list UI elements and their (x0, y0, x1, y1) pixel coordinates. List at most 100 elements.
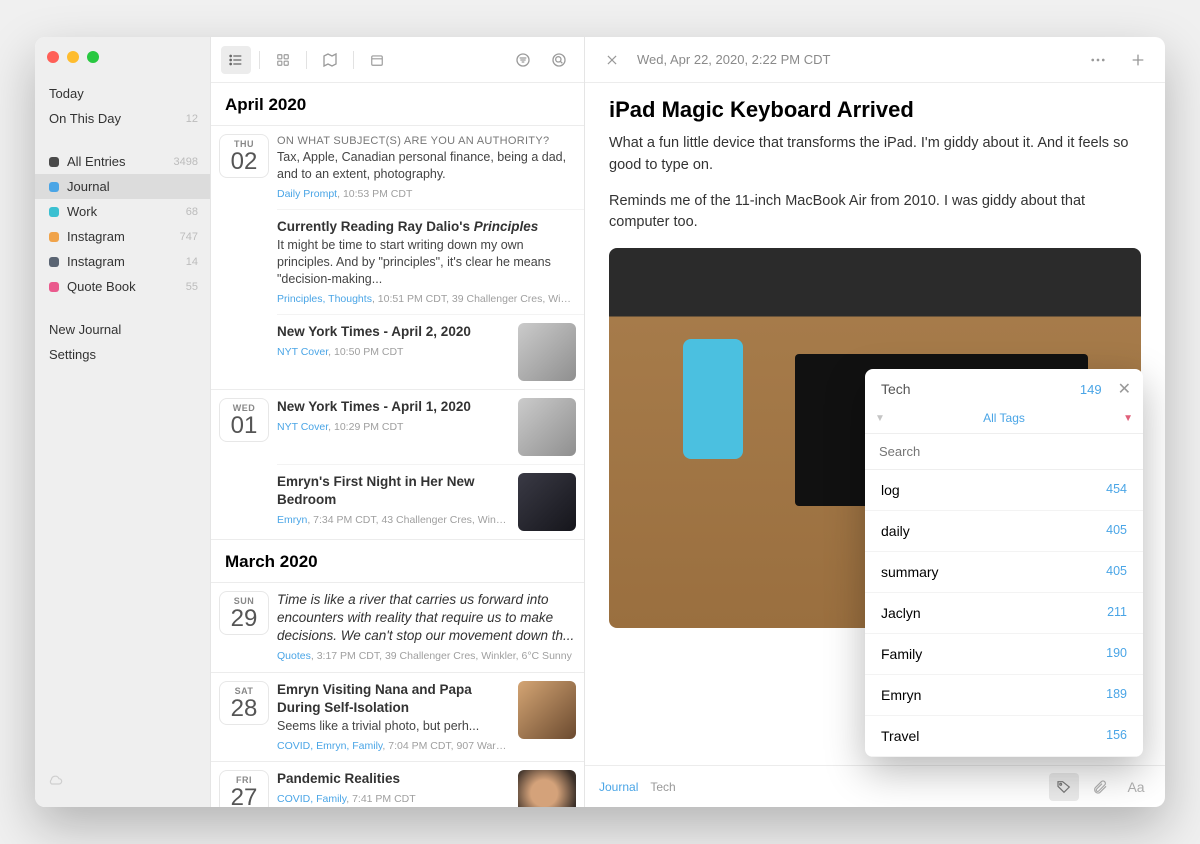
journal-color-icon (49, 207, 59, 217)
date-badge: SAT28 (219, 681, 269, 725)
sidebar-item-on-this-day[interactable]: On This Day 12 (35, 106, 210, 131)
tag-count: 211 (1107, 605, 1127, 621)
tag-list-item[interactable]: daily 405 (865, 511, 1143, 552)
detail-toolbar: Wed, Apr 22, 2020, 2:22 PM CDT (585, 37, 1165, 83)
tag-name: Family (881, 646, 922, 662)
tag-icon[interactable] (1049, 773, 1079, 801)
entry-thumbnail (518, 473, 576, 531)
entry-title: New York Times - April 2, 2020 (277, 323, 510, 341)
entry-title: Pandemic Realities (277, 770, 510, 788)
tag-name: log (881, 482, 900, 498)
day-row: SAT28Emryn Visiting Nana and Papa During… (211, 673, 584, 762)
day-row: FRI27Pandemic RealitiesCOVID, Family, 7:… (211, 762, 584, 807)
footer-tag[interactable]: Tech (650, 780, 675, 794)
entry-thumbnail (518, 323, 576, 381)
close-popover-icon[interactable]: ✕ (1118, 379, 1131, 399)
sidebar-item-today[interactable]: Today (35, 81, 210, 106)
entry-list[interactable]: April 2020THU02ON WHAT SUBJECT(S) ARE YO… (211, 83, 584, 807)
entry-row[interactable]: Pandemic Realities COVID, Family, 7:41 PM… (277, 762, 584, 807)
label: Settings (49, 347, 96, 362)
tag-list-item[interactable]: Family190 (865, 634, 1143, 675)
entry-thumbnail (518, 398, 576, 456)
entry-meta: NYT Cover, 10:50 PM CDT (277, 345, 510, 359)
sidebar-item-journal[interactable]: Instagram747 (35, 224, 210, 249)
entry-row[interactable]: ON WHAT SUBJECT(S) ARE YOU AN AUTHORITY?… (277, 126, 584, 210)
list-view-icon[interactable] (221, 46, 251, 74)
sidebar-item-journal[interactable]: Journal (35, 174, 210, 199)
filter-icon[interactable] (508, 46, 538, 74)
tag-search-input[interactable] (865, 434, 1143, 470)
entry-body: It might be time to start writing down m… (277, 237, 576, 288)
sidebar-item-journal[interactable]: All Entries 3498 (35, 149, 210, 174)
footer-journal-tag[interactable]: Journal (599, 780, 638, 794)
tag-name: Travel (881, 728, 919, 744)
calendar-view-icon[interactable] (362, 46, 392, 74)
more-icon[interactable] (1083, 46, 1113, 74)
tag-count: 405 (1106, 523, 1127, 539)
entry-body: Seems like a trivial photo, but perh... (277, 718, 510, 735)
label: Journal (67, 179, 110, 194)
close-window-button[interactable] (47, 51, 59, 63)
label: Quote Book (67, 279, 136, 294)
sidebar-item-journal[interactable]: Work 68 (35, 199, 210, 224)
tag-list-item[interactable]: summary405 (865, 552, 1143, 593)
count: 747 (180, 231, 198, 243)
text-style-icon[interactable]: Aa (1121, 773, 1151, 801)
label: Today (49, 86, 84, 101)
entry-row[interactable]: Time is like a river that carries us for… (277, 583, 584, 672)
window-controls (35, 41, 210, 81)
entry-date: Wed, Apr 22, 2020, 2:22 PM CDT (637, 52, 830, 67)
day-row: WED01New York Times - April 1, 2020NYT C… (211, 390, 584, 540)
entry-row[interactable]: New York Times - April 1, 2020NYT Cover,… (277, 390, 584, 465)
label: All Entries (67, 154, 126, 169)
tag-list-item[interactable]: Emryn189 (865, 675, 1143, 716)
date-badge: WED01 (219, 398, 269, 442)
close-entry-icon[interactable] (597, 46, 627, 74)
minimize-window-button[interactable] (67, 51, 79, 63)
sidebar-item-settings[interactable]: Settings (35, 342, 210, 367)
attachment-icon[interactable] (1085, 773, 1115, 801)
current-tag-count: 149 (1080, 382, 1102, 397)
entry-title: Currently Reading Ray Dalio's Principles (277, 218, 576, 236)
count: 12 (186, 113, 198, 125)
entry-row[interactable]: New York Times - April 2, 2020 NYT Cover,… (277, 315, 584, 389)
sidebar-item-journal[interactable]: Quote Book 55 (35, 274, 210, 299)
entry-row[interactable]: Emryn's First Night in Her New BedroomEm… (277, 465, 584, 539)
tag-list-item[interactable]: log454 (865, 470, 1143, 511)
date-badge: SUN29 (219, 591, 269, 635)
count: 55 (186, 281, 198, 293)
month-header: March 2020 (211, 540, 584, 583)
app-window: Today On This Day 12 All Entries 3498 Jour… (35, 37, 1165, 807)
entry-meta: COVID, Emryn, Family, 7:04 PM CDT, 907 W… (277, 739, 510, 753)
entry-meta: Daily Prompt, 10:53 PM CDT (277, 187, 576, 201)
list-toolbar (211, 37, 584, 83)
tag-list-item[interactable]: Jaclyn211 (865, 593, 1143, 634)
tag-list-item[interactable]: Travel156 (865, 716, 1143, 757)
current-tag: Tech (881, 381, 911, 397)
entry-body: Tax, Apple, Canadian personal finance, b… (277, 149, 576, 183)
journal-color-icon (49, 282, 59, 292)
label: Work (67, 204, 97, 219)
map-view-icon[interactable] (315, 46, 345, 74)
tag-name: daily (881, 523, 910, 539)
sidebar-item-new-journal[interactable]: New Journal (35, 317, 210, 342)
month-header: April 2020 (211, 83, 584, 126)
entry-row[interactable]: Currently Reading Ray Dalio's Principles… (277, 210, 584, 315)
grid-view-icon[interactable] (268, 46, 298, 74)
entry-meta: COVID, Family, 7:41 PM CDT (277, 792, 510, 806)
tab-all-tags[interactable]: All Tags (885, 411, 1123, 425)
new-entry-icon[interactable] (1123, 46, 1153, 74)
entry-paragraph: What a fun little device that transforms… (609, 133, 1141, 177)
search-icon[interactable] (544, 46, 574, 74)
count: 68 (186, 206, 198, 218)
cloud-sync-icon (47, 774, 63, 790)
chevron-down-icon[interactable]: ▼ (875, 413, 885, 424)
chevron-down-icon[interactable]: ▼ (1123, 413, 1133, 424)
entry-row[interactable]: Emryn Visiting Nana and Papa During Self… (277, 673, 584, 761)
maximize-window-button[interactable] (87, 51, 99, 63)
count: 3498 (174, 156, 198, 168)
sidebar-item-journal[interactable]: Instagram14 (35, 249, 210, 274)
tag-name: Emryn (881, 687, 921, 703)
entry-thumbnail (518, 770, 576, 807)
tag-list[interactable]: log454 daily 405 summary405Jaclyn211Family1… (865, 470, 1143, 757)
